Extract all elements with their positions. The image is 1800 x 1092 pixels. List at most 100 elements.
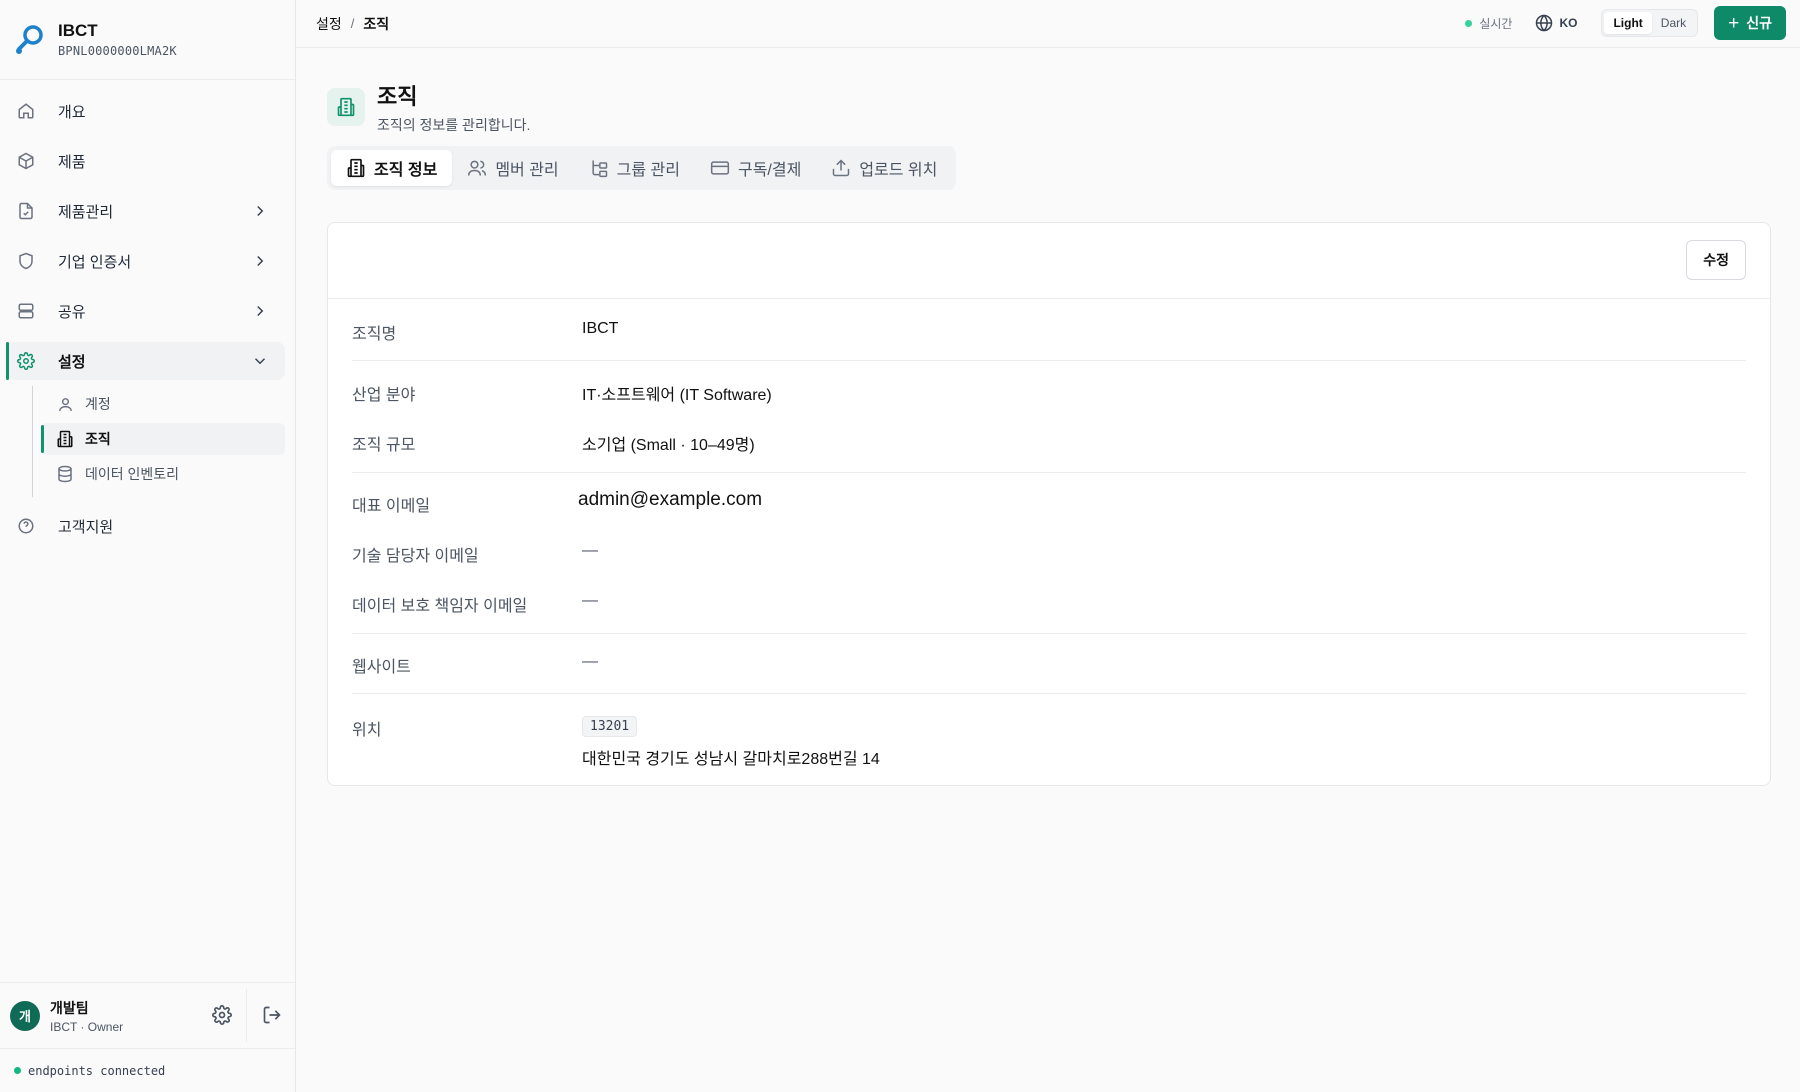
sidebar-subitem-account[interactable]: 계정 [41, 388, 285, 420]
field-value: 소기업 (Small · 10–49명) [582, 437, 755, 454]
sidebar-item-sharing[interactable]: 공유 [6, 292, 285, 330]
chevron-right-icon [257, 305, 264, 317]
theme-dark-button[interactable]: Dark [1652, 12, 1695, 34]
sidebar-subitem-label: 계정 [85, 396, 111, 412]
database-icon [55, 464, 75, 484]
topbar-actions: 실시간 KO Light Dark + 신규 [1465, 4, 1786, 42]
building-icon [55, 429, 75, 449]
field-row-location: 위치 13201 대한민국 경기도 성남시 갈마치로288번길 14 [352, 716, 1746, 769]
sidebar-item-label: 개요 [58, 103, 86, 121]
sidebar-item-label: 공유 [58, 303, 86, 321]
field-row-website: 웹사이트 — [352, 653, 1746, 677]
sidebar-item-products[interactable]: 제품 [6, 142, 285, 180]
sidebar-subitem-label: 데이터 인벤토리 [85, 466, 180, 482]
field-label: 데이터 보호 책임자 이메일 [352, 598, 528, 615]
breadcrumb-item-settings[interactable]: 설정 [316, 14, 342, 34]
globe-icon [1536, 14, 1553, 32]
credit-card-icon [710, 158, 730, 178]
sidebar-subitem-organization[interactable]: 조직 [41, 423, 285, 455]
organization-info-card: 수정 조직명 IBCT 산업 분야 IT·소프트웨어 (IT Software)… [327, 222, 1771, 786]
language-switcher[interactable]: KO [1534, 13, 1577, 33]
postal-code-badge: 13201 [582, 716, 638, 737]
tab-label: 조직 정보 [374, 162, 438, 179]
brand-header[interactable]: IBCT BPNL0000000LMA2K [0, 0, 295, 80]
breadcrumb-separator: / [350, 16, 355, 31]
brand-name: IBCT [58, 21, 98, 40]
field-label: 대표 이메일 [352, 498, 431, 515]
tab-label: 그룹 관리 [616, 162, 680, 179]
status-text: endpoints connected [28, 1063, 166, 1078]
tab-members[interactable]: 멤버 관리 [452, 150, 573, 186]
status-dot [14, 1067, 21, 1074]
field-label: 기술 담당자 이메일 [352, 548, 479, 565]
sidebar-item-label: 고객지원 [58, 518, 114, 536]
new-button[interactable]: + 신규 [1714, 6, 1786, 40]
divider [352, 360, 1746, 361]
language-label: KO [1559, 16, 1578, 30]
sidebar: IBCT BPNL0000000LMA2K 개요 제품 제품관리 기업 인증서 … [0, 0, 296, 1092]
sidebar-item-product-management[interactable]: 제품관리 [6, 192, 285, 230]
field-label: 웹사이트 [352, 659, 411, 676]
breadcrumb-item-organization: 조직 [363, 15, 390, 32]
users-icon [467, 158, 487, 178]
field-value: admin@example.com [578, 489, 763, 510]
server-icon [16, 301, 36, 321]
home-icon [16, 101, 36, 121]
live-indicator: 실시간 [1465, 15, 1512, 32]
sidebar-item-settings[interactable]: 설정 [6, 342, 285, 380]
user-panel: 개 개발팀 IBCT · Owner [0, 982, 295, 1048]
building-icon [346, 158, 366, 178]
divider [352, 693, 1746, 694]
brand-id: BPNL0000000LMA2K [58, 44, 177, 58]
field-row-tech-email: 기술 담당자 이메일 — [352, 542, 1746, 566]
user-icon [55, 394, 75, 414]
user-settings-icon[interactable] [212, 1005, 232, 1025]
field-label: 조직명 [352, 326, 397, 343]
settings-subnav: 계정 조직 데이터 인벤토리 [32, 386, 285, 497]
avatar[interactable]: 개 [10, 1000, 40, 1031]
connection-status: endpoints connected [0, 1048, 295, 1092]
sidebar-subitem-data-inventory[interactable]: 데이터 인벤토리 [41, 458, 285, 490]
sidebar-subitem-label: 조직 [85, 431, 111, 447]
field-label: 산업 분야 [352, 387, 416, 404]
field-label: 조직 규모 [352, 437, 416, 454]
building-icon [327, 88, 365, 126]
divider [246, 989, 247, 1042]
chevron-right-icon [257, 205, 264, 217]
tab-label: 업로드 위치 [859, 162, 938, 179]
divider [352, 472, 1746, 473]
field-value: IT·소프트웨어 (IT Software) [582, 387, 772, 404]
sidebar-nav: 개요 제품 제품관리 기업 인증서 공유 설정 계정 조직 데이터 인벤토리 고… [0, 80, 295, 545]
theme-light-button[interactable]: Light [1604, 12, 1652, 34]
logout-icon[interactable] [262, 1005, 282, 1025]
tab-billing[interactable]: 구독/결제 [695, 150, 816, 186]
new-button-label: 신규 [1746, 15, 1772, 31]
field-label: 위치 [352, 722, 382, 739]
chevron-right-icon [257, 255, 264, 267]
sidebar-item-certificates[interactable]: 기업 인증서 [6, 242, 285, 280]
theme-toggle: Light Dark [1601, 9, 1699, 37]
tree-icon [589, 158, 609, 178]
edit-button[interactable]: 수정 [1686, 240, 1746, 280]
field-row-dpo-email: 데이터 보호 책임자 이메일 — [352, 592, 1746, 616]
sidebar-item-support[interactable]: 고객지원 [6, 507, 285, 545]
sidebar-item-label: 제품관리 [58, 203, 114, 221]
field-value: — [582, 542, 598, 559]
divider [352, 633, 1746, 634]
user-name: 개발팀 [50, 999, 89, 1016]
file-check-icon [16, 201, 36, 221]
sidebar-item-overview[interactable]: 개요 [6, 92, 285, 130]
field-row-size: 조직 규모 소기업 (Small · 10–49명) [352, 431, 1746, 455]
field-value: IBCT [582, 320, 619, 337]
sidebar-item-label: 기업 인증서 [58, 253, 132, 271]
page-header: 조직 조직의 정보를 관리합니다. [327, 79, 530, 135]
field-value: — [582, 653, 598, 670]
chevron-down-icon [254, 358, 266, 365]
topbar: 설정 / 조직 실시간 KO Light Dark + 신규 [296, 0, 1800, 48]
tab-upload-location[interactable]: 업로드 위치 [816, 150, 952, 186]
tab-label: 멤버 관리 [495, 162, 559, 179]
field-row-industry: 산업 분야 IT·소프트웨어 (IT Software) [352, 381, 1746, 405]
card-header: 수정 [328, 223, 1770, 299]
tab-groups[interactable]: 그룹 관리 [574, 150, 695, 186]
tab-organization-info[interactable]: 조직 정보 [331, 150, 453, 186]
